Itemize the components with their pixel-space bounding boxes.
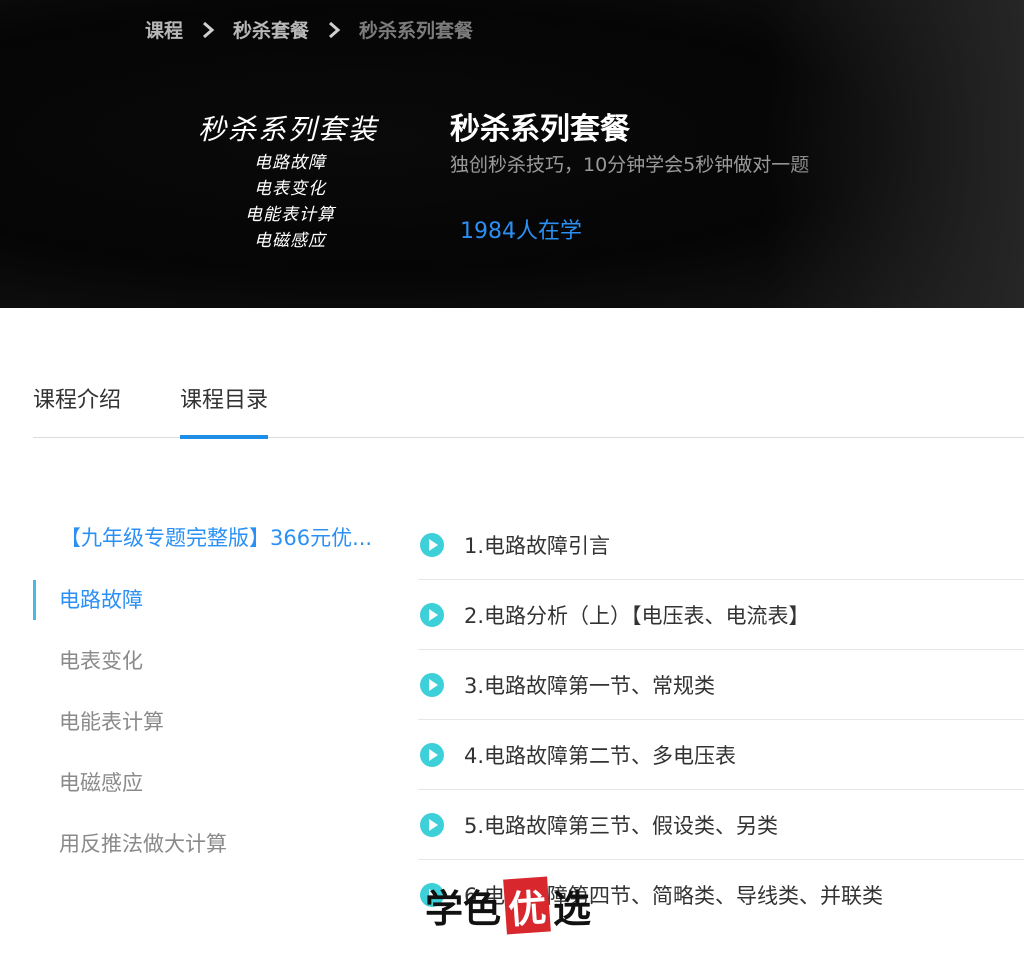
play-icon [420,742,444,767]
breadcrumb: 课程 秒杀套餐 秒杀系列套餐 [145,16,473,43]
sidebar-item-meter-change[interactable]: 电表变化 [33,641,403,681]
lesson-item[interactable]: 5.电路故障第三节、假设类、另类 [418,790,1024,860]
course-subtitle: 独创秒杀技巧，10分钟学会5秒钟做对一题 [450,154,810,176]
chevron-right-icon [197,19,219,41]
lesson-item[interactable]: 2.电路分析（上）【电压表、电流表】 [418,580,1024,650]
tab-label: 课程目录 [180,388,269,413]
watermark-char: 学 [425,885,464,931]
sidebar-item-energy-meter[interactable]: 电能表计算 [33,702,403,742]
watermark-logo: 学 色 优 选 [425,876,592,934]
watermark-seal: 优 [503,876,551,934]
lesson-title: 1.电路故障引言 [464,533,611,558]
play-icon [420,672,444,697]
cover-line: 电路故障 [254,153,326,173]
lesson-item[interactable]: 3.电路故障第一节、常规类 [418,650,1024,720]
watermark-char: 色 [463,885,502,931]
lesson-title: 3.电路故障第一节、常规类 [464,673,716,698]
sidebar-item-reverse-method[interactable]: 用反推法做大计算 [33,824,403,864]
sidebar-item-package[interactable]: 【九年级专题完整版】366元优... [33,518,403,558]
course-cover-image: 秒杀系列套装 电路故障 电表变化 电能表计算 电磁感应 [190,100,410,260]
course-header-banner: 课程 秒杀套餐 秒杀系列套餐 秒杀系列套装 电路故障 电表变化 电能表计算 电磁… [0,0,1024,308]
lesson-title: 5.电路故障第三节、假设类、另类 [464,813,779,838]
course-title: 秒杀系列套餐 [450,112,630,147]
lesson-title: 4.电路故障第二节、多电压表 [464,743,737,768]
lesson-item[interactable]: 1.电路故障引言 [418,510,1024,580]
play-icon [420,812,444,837]
tab-label: 课程介绍 [33,388,122,413]
breadcrumb-current: 秒杀系列套餐 [359,20,474,42]
course-tabs: 课程介绍 课程目录 [33,378,1024,439]
tab-course-catalog[interactable]: 课程目录 [180,378,269,439]
learner-count: 1984人在学 [460,219,582,244]
breadcrumb-seckill-package[interactable]: 秒杀套餐 [233,16,309,43]
chevron-right-icon [323,19,345,41]
cover-line: 电磁感应 [254,231,326,251]
sidebar-item-induction[interactable]: 电磁感应 [33,763,403,803]
tab-course-intro[interactable]: 课程介绍 [33,378,121,438]
play-icon [420,532,444,557]
cover-title: 秒杀系列套装 [198,113,379,146]
play-icon [420,602,444,627]
sidebar-item-circuit-fault[interactable]: 电路故障 [33,580,403,620]
cover-line: 电表变化 [254,179,326,199]
lesson-title: 2.电路分析（上）【电压表、电流表】 [464,603,810,628]
lesson-item[interactable]: 4.电路故障第二节、多电压表 [418,720,1024,790]
breadcrumb-courses[interactable]: 课程 [145,16,183,43]
watermark-char: 选 [553,885,592,931]
cover-line: 电能表计算 [245,205,335,225]
